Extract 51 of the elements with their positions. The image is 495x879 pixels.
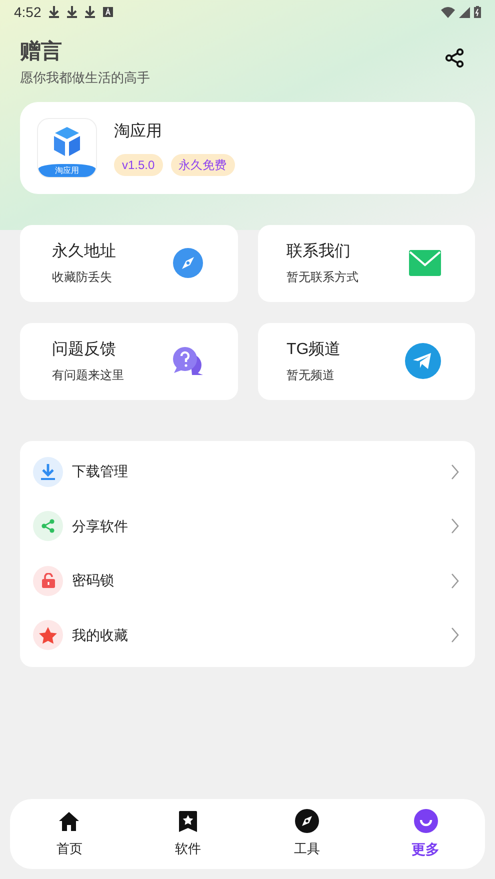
menu-item[interactable]: 我的收藏 — [20, 608, 475, 662]
home-icon — [59, 812, 80, 831]
card-subtitle: 收藏防丢失 — [52, 269, 113, 286]
card-subtitle: 暂无联系方式 — [286, 269, 358, 286]
download-notification-icon — [49, 6, 60, 18]
card-subtitle: 有问题来这里 — [52, 367, 124, 384]
download-notification-icon — [67, 6, 78, 18]
feature-card[interactable]: TG频道 暂无频道 — [258, 322, 475, 400]
wifi-icon — [441, 6, 455, 18]
chevron-right-icon — [451, 518, 459, 534]
status-time: 4:52 — [14, 2, 42, 22]
menu-item[interactable]: 密码锁 — [20, 554, 475, 608]
page-subtitle: 愿你我都做生活的高手 — [20, 69, 150, 87]
chevron-right-icon — [451, 572, 459, 589]
feature-card[interactable]: 问题反馈 有问题来这里 — [20, 322, 238, 400]
page-title: 赠言 — [20, 38, 63, 65]
paper-plane-icon — [405, 343, 441, 379]
share-icon — [41, 519, 55, 534]
notification-icon — [103, 7, 114, 17]
card-title: 问题反馈 — [52, 340, 117, 360]
download-icon — [41, 464, 55, 480]
download-notification-icon — [85, 6, 96, 18]
battery-icon — [474, 6, 481, 18]
app-tag: v1.5.0 — [114, 154, 163, 176]
bookmark-star-icon — [179, 810, 198, 832]
share-icon[interactable] — [445, 48, 465, 68]
app-tag: 永久免费 — [170, 154, 235, 176]
menu-item[interactable]: 分享软件 — [20, 499, 475, 554]
menu-item[interactable]: 下载管理 — [20, 444, 475, 499]
chat-question-icon — [172, 346, 204, 376]
compass-icon — [172, 247, 204, 279]
card-title: TG频道 — [286, 340, 341, 360]
compass-icon — [294, 809, 319, 834]
nav-tab[interactable]: 更多 — [412, 808, 440, 860]
envelope-icon — [409, 250, 441, 276]
card-title: 永久地址 — [52, 242, 116, 262]
feature-card[interactable]: 永久地址 收藏防丢失 — [20, 224, 238, 302]
smile-icon — [414, 808, 438, 832]
signal-icon — [459, 6, 470, 18]
chevron-right-icon — [451, 627, 459, 644]
card-subtitle: 暂无频道 — [286, 367, 336, 384]
star-icon — [39, 626, 57, 644]
nav-tab[interactable]: 工具 — [294, 809, 320, 859]
chevron-right-icon — [451, 464, 459, 480]
card-title: 联系我们 — [286, 242, 352, 262]
padlock-icon — [42, 573, 54, 588]
app-name: 淘应用 — [114, 122, 163, 142]
feature-card[interactable]: 联系我们 暂无联系方式 — [258, 224, 475, 302]
nav-tab[interactable]: 首页 — [56, 809, 82, 859]
app-logo: 淘应用 — [37, 118, 97, 178]
nav-tab[interactable]: 软件 — [175, 809, 202, 859]
